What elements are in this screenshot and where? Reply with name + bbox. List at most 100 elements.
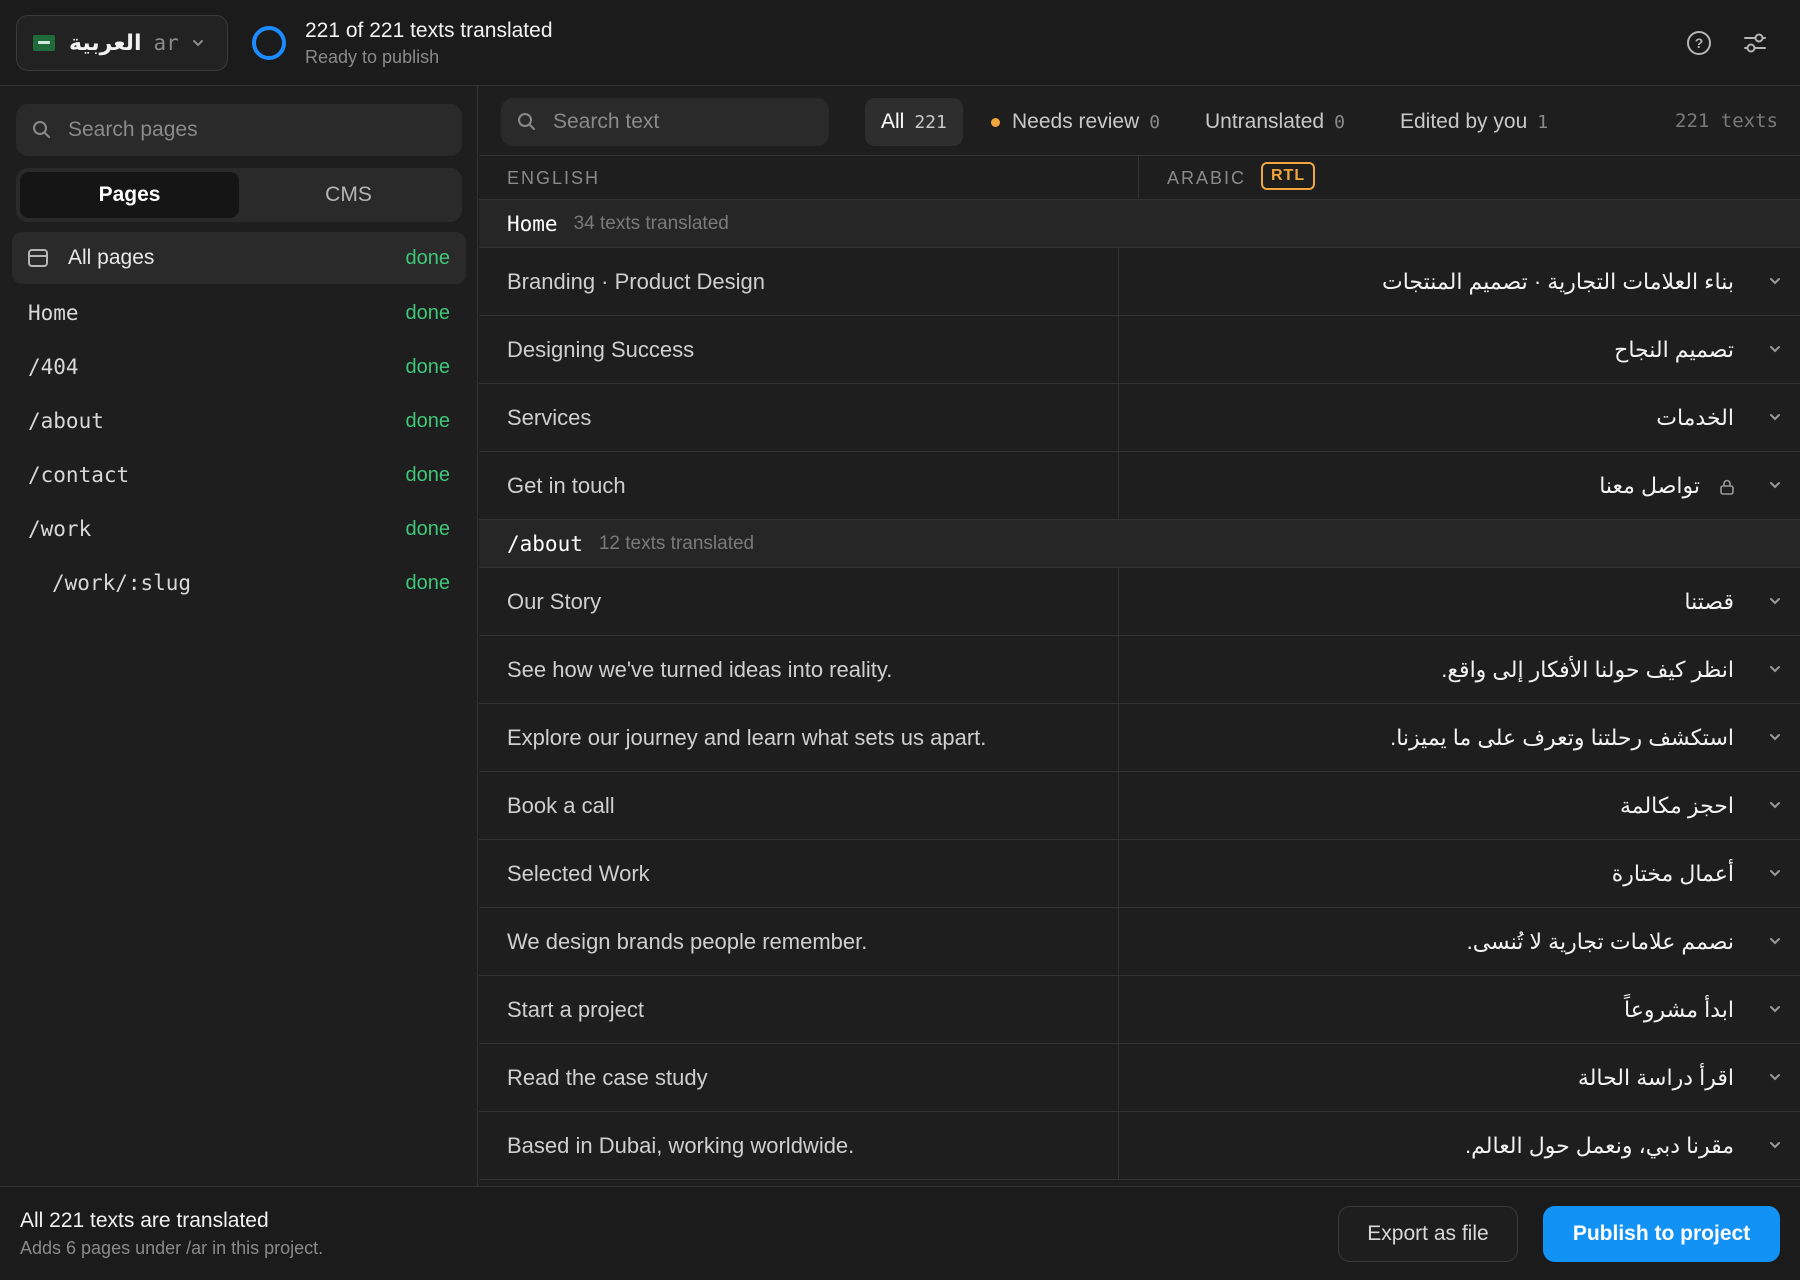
translation-rows: Home 34 texts translated Branding · Prod…	[479, 200, 1800, 1180]
filter-needs-review[interactable]: Needs review 0	[975, 98, 1176, 146]
group-header-home: Home 34 texts translated	[479, 200, 1800, 248]
translated-text[interactable]: قصتنا	[1684, 589, 1734, 615]
search-icon	[518, 113, 535, 130]
row-divider	[1118, 1112, 1119, 1179]
filter-edited-by-you[interactable]: Edited by you 1	[1384, 98, 1564, 146]
translated-text[interactable]: ابدأ مشروعاً	[1624, 997, 1734, 1023]
publish-button[interactable]: Publish to project	[1543, 1206, 1780, 1262]
row-divider	[1118, 908, 1119, 975]
chevron-down-icon[interactable]	[1764, 406, 1786, 428]
help-button[interactable]: ?	[1682, 26, 1716, 60]
chevron-down-icon[interactable]	[1764, 270, 1786, 292]
chevron-down-icon[interactable]	[1764, 658, 1786, 680]
sidebar-item-home[interactable]: Home done	[12, 286, 466, 340]
chevron-down-icon[interactable]	[1764, 474, 1786, 496]
translated-text[interactable]: مقرنا دبي، ونعمل حول العالم.	[1465, 1133, 1734, 1159]
filter-label: All	[881, 110, 905, 133]
translation-row[interactable]: Services الخدمات	[479, 384, 1800, 452]
chevron-down-icon[interactable]	[1764, 338, 1786, 360]
translated-text[interactable]: الخدمات	[1656, 405, 1734, 431]
translation-row[interactable]: See how we've turned ideas into reality.…	[479, 636, 1800, 704]
text-search-input[interactable]	[553, 110, 813, 134]
export-file-button[interactable]: Export as file	[1338, 1206, 1518, 1262]
translation-row[interactable]: Explore our journey and learn what sets …	[479, 704, 1800, 772]
target-column-label: ARABIC	[1167, 168, 1247, 188]
source-text: We design brands people remember.	[507, 928, 868, 954]
chevron-down-icon[interactable]	[1764, 930, 1786, 952]
source-text: Explore our journey and learn what sets …	[507, 724, 987, 750]
sidebar-item-work[interactable]: /work done	[12, 502, 466, 556]
sidebar-item-work-slug[interactable]: /work/:slug done	[12, 556, 466, 610]
page-label: /work/:slug	[52, 571, 192, 595]
translation-row[interactable]: Our Story قصتنا	[479, 568, 1800, 636]
translated-text[interactable]: استكشف رحلتنا وتعرف على ما يميزنا.	[1390, 725, 1734, 751]
translation-row[interactable]: Branding · Product Design بناء العلامات …	[479, 248, 1800, 316]
tab-cms[interactable]: CMS	[239, 172, 458, 218]
translation-status-subtitle: Ready to publish	[305, 47, 440, 67]
language-select[interactable]: العربية ar	[16, 15, 228, 71]
chevron-down-icon[interactable]	[1764, 726, 1786, 748]
page-status: done	[405, 409, 451, 432]
source-text: Our Story	[507, 588, 602, 614]
translated-text[interactable]: تواصل معنا	[1599, 473, 1700, 499]
tab-pages[interactable]: Pages	[20, 172, 239, 218]
row-divider	[1118, 384, 1119, 451]
group-count: 12 texts translated	[598, 532, 755, 554]
chevron-down-icon[interactable]	[1764, 862, 1786, 884]
footer-subtitle: Adds 6 pages under /ar in this project.	[20, 1238, 324, 1258]
translation-row[interactable]: We design brands people remember. نصمم ع…	[479, 908, 1800, 976]
translation-row[interactable]: Selected Work أعمال مختارة	[479, 840, 1800, 908]
chevron-down-icon[interactable]	[1764, 794, 1786, 816]
page-label: /contact	[28, 463, 130, 487]
group-header-about: /about 12 texts translated	[479, 520, 1800, 568]
chevron-down-icon[interactable]	[1764, 1134, 1786, 1156]
page-label: /404	[28, 355, 79, 379]
translated-text[interactable]: بناء العلامات التجارية · تصميم المنتجات	[1382, 269, 1734, 295]
pages-cms-toggle: Pages CMS	[16, 168, 462, 222]
source-text: Services	[507, 404, 592, 430]
filter-untranslated[interactable]: Untranslated 0	[1189, 98, 1361, 146]
source-text: Read the case study	[507, 1064, 708, 1090]
review-dot-icon	[991, 117, 1000, 127]
chevron-down-icon[interactable]	[1764, 590, 1786, 612]
search-icon	[33, 121, 50, 138]
chevron-down-icon[interactable]	[1764, 1066, 1786, 1088]
sidebar-item-contact[interactable]: /contact done	[12, 448, 466, 502]
translated-text[interactable]: انظر كيف حولنا الأفكار إلى واقع.	[1441, 657, 1734, 683]
page-stack-icon	[28, 249, 48, 267]
filter-label: Untranslated	[1205, 110, 1325, 133]
translated-text[interactable]: اقرأ دراسة الحالة	[1578, 1065, 1734, 1091]
filter-count: 1	[1537, 111, 1549, 133]
sidebar-item-about[interactable]: /about done	[12, 394, 466, 448]
translated-text[interactable]: احجز مكالمة	[1620, 793, 1734, 819]
source-text: Book a call	[507, 792, 615, 818]
filter-all[interactable]: All 221	[865, 98, 963, 146]
chevron-down-icon[interactable]	[1764, 998, 1786, 1020]
sidebar-item-404[interactable]: /404 done	[12, 340, 466, 394]
row-divider	[1118, 704, 1119, 771]
translated-text[interactable]: تصميم النجاح	[1614, 337, 1734, 363]
source-text: Get in touch	[507, 472, 626, 498]
page-search-input[interactable]	[68, 118, 428, 142]
translation-row[interactable]: Designing Success تصميم النجاح	[479, 316, 1800, 384]
translation-row[interactable]: Read the case study اقرأ دراسة الحالة	[479, 1044, 1800, 1112]
translation-row[interactable]: Get in touch تواصل معنا	[479, 452, 1800, 520]
row-divider	[1118, 840, 1119, 907]
sidebar-item-all-pages[interactable]: All pages done	[12, 232, 466, 284]
translated-text[interactable]: نصمم علامات تجارية لا تُنسى.	[1467, 929, 1734, 955]
top-bar: العربية ar 221 of 221 texts translated R…	[0, 0, 1800, 86]
settings-button[interactable]	[1738, 26, 1772, 60]
source-column-label: ENGLISH	[507, 168, 601, 188]
translated-text[interactable]: أعمال مختارة	[1612, 861, 1734, 887]
sliders-icon	[1744, 33, 1766, 53]
total-texts-count: 221 texts	[1675, 110, 1778, 132]
page-label: All pages	[68, 246, 155, 269]
filter-label: Needs review	[1012, 110, 1140, 133]
row-divider	[1118, 568, 1119, 635]
group-name: Home	[507, 211, 558, 236]
footer-title: All 221 texts are translated	[20, 1209, 269, 1232]
row-divider	[1118, 1044, 1119, 1111]
translation-row[interactable]: Start a project ابدأ مشروعاً	[479, 976, 1800, 1044]
translation-row[interactable]: Book a call احجز مكالمة	[479, 772, 1800, 840]
translation-row[interactable]: Based in Dubai, working worldwide. مقرنا…	[479, 1112, 1800, 1180]
